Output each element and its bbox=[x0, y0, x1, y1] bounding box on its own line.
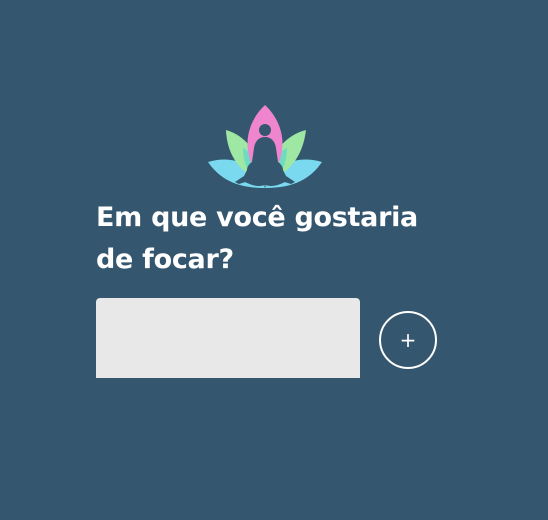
focus-prompt-heading: Em que você gostaria de focar? bbox=[96, 202, 418, 275]
add-button[interactable]: + bbox=[379, 311, 437, 369]
meditation-lotus-icon bbox=[205, 102, 325, 192]
plus-icon: + bbox=[399, 328, 417, 352]
focus-input[interactable] bbox=[96, 298, 360, 378]
